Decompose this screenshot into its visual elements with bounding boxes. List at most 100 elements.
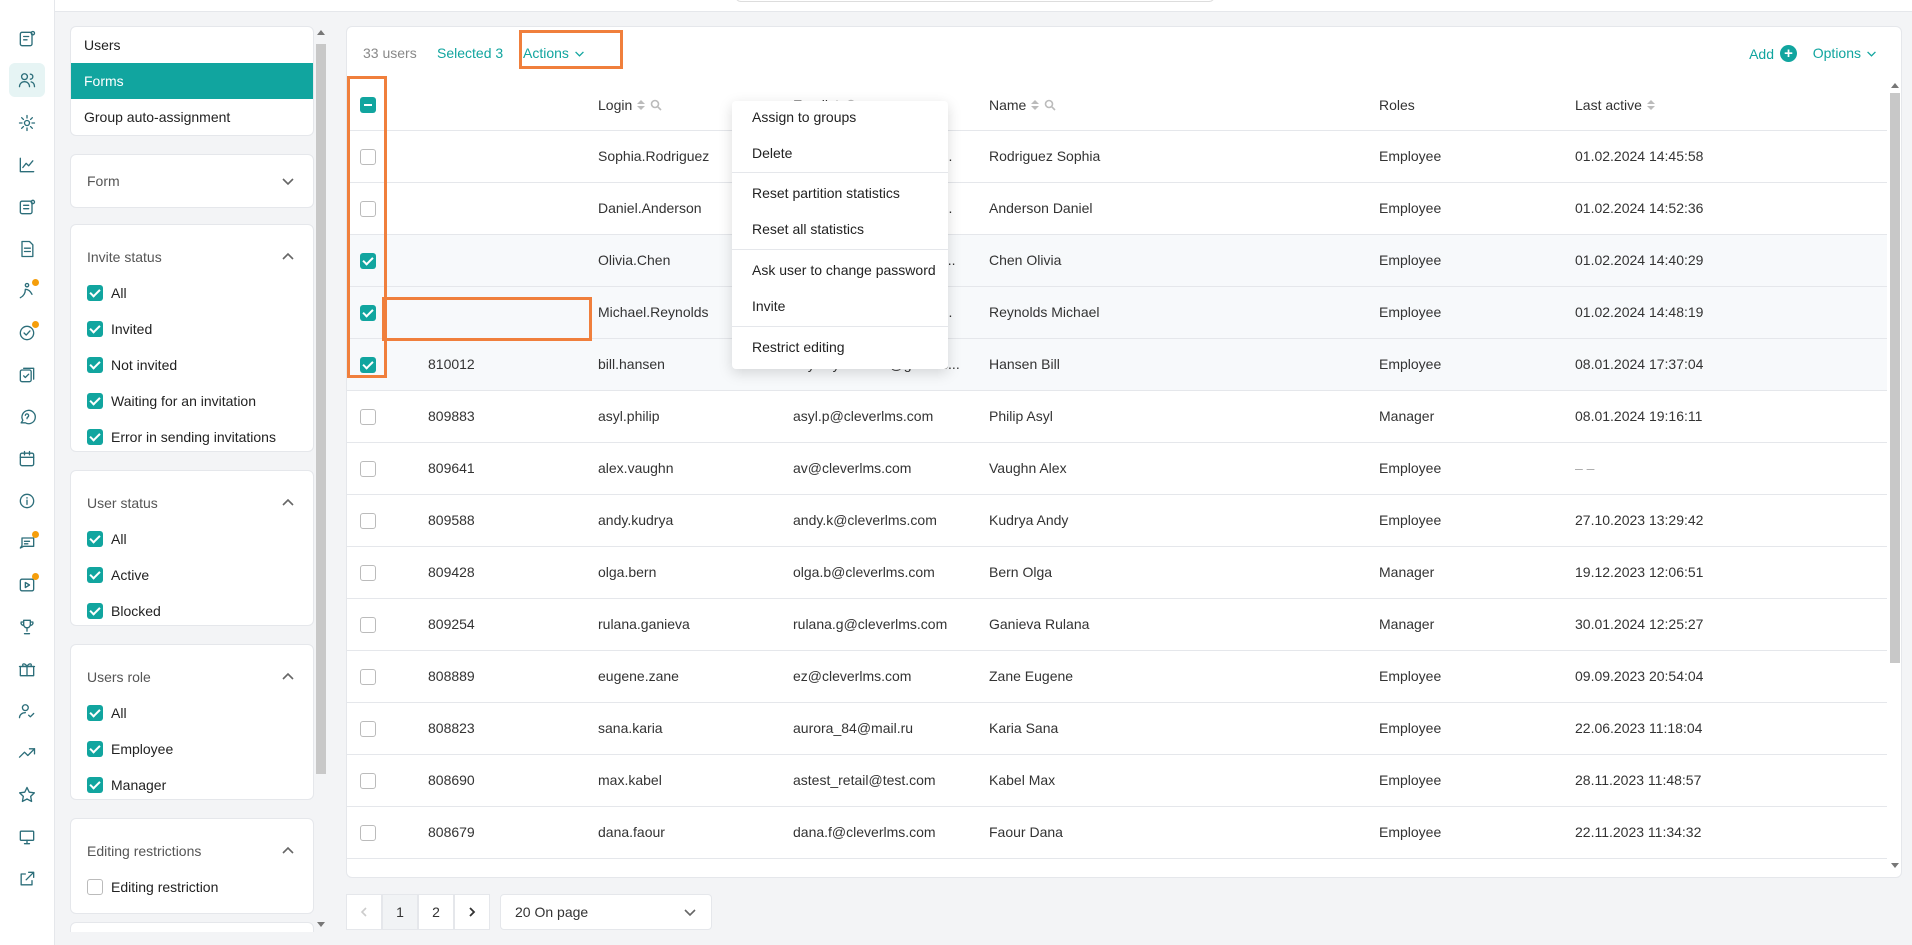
sort-icon[interactable] bbox=[637, 100, 646, 110]
trophy-icon[interactable] bbox=[16, 616, 38, 638]
menu-restrict-editing[interactable]: Restrict editing bbox=[752, 339, 845, 355]
invite-error-option[interactable]: Error in sending invitations bbox=[71, 419, 313, 455]
sort-icon[interactable] bbox=[1031, 100, 1040, 110]
checkbox[interactable] bbox=[87, 285, 103, 301]
table-row[interactable]: 810012bill.hansenasyl.alymbaeva@gmail.c.… bbox=[347, 339, 1887, 391]
check-circle-icon[interactable] bbox=[16, 321, 39, 344]
status-active-option[interactable]: Active bbox=[71, 557, 313, 593]
row-checkbox[interactable] bbox=[360, 201, 376, 217]
menu-invite[interactable]: Invite bbox=[752, 298, 785, 314]
checkbox[interactable] bbox=[87, 357, 103, 373]
menu-reset-partition-statistics[interactable]: Reset partition statistics bbox=[752, 185, 900, 201]
gift-icon[interactable] bbox=[16, 658, 38, 680]
document-icon[interactable] bbox=[16, 238, 38, 260]
invite-all-option[interactable]: All bbox=[71, 275, 313, 311]
page-2-button[interactable]: 2 bbox=[418, 894, 454, 930]
invite-invited-option[interactable]: Invited bbox=[71, 311, 313, 347]
row-checkbox[interactable] bbox=[360, 357, 376, 373]
menu-ask-change-password[interactable]: Ask user to change password bbox=[752, 262, 936, 278]
invite-not-invited-option[interactable]: Not invited bbox=[71, 347, 313, 383]
nav-users[interactable]: Users bbox=[71, 27, 313, 63]
help-icon[interactable] bbox=[16, 406, 38, 428]
external-link-icon[interactable] bbox=[16, 868, 38, 890]
row-checkbox[interactable] bbox=[360, 773, 376, 789]
table-row[interactable]: 809588 andy.kudrya andy.k@cleverlms.com Kud… bbox=[347, 495, 1887, 547]
role-manager-option[interactable]: Manager bbox=[71, 767, 313, 803]
status-blocked-option[interactable]: Blocked bbox=[71, 593, 313, 629]
table-row[interactable]: Michael.Reynoldscleverlmsdemo30@clev...R… bbox=[347, 287, 1887, 339]
per-page-select[interactable]: 20 On page bbox=[500, 894, 712, 930]
invite-status-header[interactable]: Invite status bbox=[71, 225, 313, 275]
table-row[interactable]: 809641 alex.vaughn av@cleverlms.com Vaughn … bbox=[347, 443, 1887, 495]
form-filter[interactable]: Form bbox=[70, 154, 314, 208]
selected-count[interactable]: Selected 3 bbox=[437, 45, 503, 61]
column-login[interactable]: Login bbox=[598, 97, 662, 113]
row-checkbox[interactable] bbox=[360, 669, 376, 685]
trending-icon[interactable] bbox=[16, 742, 38, 764]
scroll-thumb[interactable] bbox=[316, 44, 326, 774]
table-row[interactable]: 808889 eugene.zane ez@cleverlms.com Zane Eu… bbox=[347, 651, 1887, 703]
row-checkbox[interactable] bbox=[360, 149, 376, 165]
scroll-thumb[interactable] bbox=[1890, 93, 1900, 663]
table-row[interactable]: Daniel.Andersoncleverlmsdemo32@clev...An… bbox=[347, 183, 1887, 235]
select-all-checkbox[interactable] bbox=[360, 97, 376, 113]
scroll-down-arrow[interactable] bbox=[1891, 863, 1899, 868]
courses-icon[interactable] bbox=[16, 196, 38, 218]
tasks-icon[interactable] bbox=[16, 28, 38, 50]
editing-restrictions-header[interactable]: Editing restrictions bbox=[71, 819, 313, 869]
nav-group-auto-assignment[interactable]: Group auto-assignment bbox=[71, 99, 313, 135]
table-row[interactable]: 809883 asyl.philip asyl.p@cleverlms.com Phi… bbox=[347, 391, 1887, 443]
scroll-up-arrow[interactable] bbox=[1891, 83, 1899, 88]
role-employee-option[interactable]: Employee bbox=[71, 731, 313, 767]
user-status-header[interactable]: User status bbox=[71, 471, 313, 521]
row-checkbox[interactable] bbox=[360, 565, 376, 581]
table-row[interactable]: Olivia.ChenCleverlmsdemo31@clev...Chen O… bbox=[347, 235, 1887, 287]
add-user-button[interactable]: Add + bbox=[1749, 45, 1797, 62]
table-row[interactable]: 808690 max.kabel astest_retail@test.com Kab… bbox=[347, 755, 1887, 807]
info-icon[interactable] bbox=[16, 490, 38, 512]
next-page-button[interactable] bbox=[454, 894, 490, 930]
invite-waiting-option[interactable]: Waiting for an invitation bbox=[71, 383, 313, 419]
calendar-icon[interactable] bbox=[16, 448, 38, 470]
top-search-pill[interactable] bbox=[735, 0, 1215, 2]
scroll-down-arrow[interactable] bbox=[317, 922, 325, 927]
filter-scrollbar[interactable] bbox=[315, 26, 327, 932]
sort-icon[interactable] bbox=[1646, 100, 1655, 110]
status-all-option[interactable]: All bbox=[71, 521, 313, 557]
options-button[interactable]: Options bbox=[1813, 45, 1877, 61]
role-all-option[interactable]: All bbox=[71, 695, 313, 731]
row-checkbox[interactable] bbox=[360, 253, 376, 269]
column-last-active[interactable]: Last active bbox=[1575, 97, 1655, 113]
skills-icon[interactable] bbox=[16, 279, 39, 302]
table-row[interactable]: 808679 dana.faour dana.f@cleverlms.com Faou… bbox=[347, 807, 1887, 859]
checkbox[interactable] bbox=[87, 393, 103, 409]
table-row[interactable]: 809254 rulana.ganieva rulana.g@cleverlms.c… bbox=[347, 599, 1887, 651]
checkbox[interactable] bbox=[87, 741, 103, 757]
checkbox[interactable] bbox=[87, 321, 103, 337]
checkbox[interactable] bbox=[87, 603, 103, 619]
table-row[interactable]: 808823 sana.karia aurora_84@mail.ru Karia S… bbox=[347, 703, 1887, 755]
column-name[interactable]: Name bbox=[989, 97, 1056, 113]
checkbox[interactable] bbox=[87, 429, 103, 445]
table-row[interactable]: 809428 olga.bern olga.b@cleverlms.com Bern … bbox=[347, 547, 1887, 599]
row-checkbox[interactable] bbox=[360, 617, 376, 633]
row-checkbox[interactable] bbox=[360, 825, 376, 841]
page-1-button[interactable]: 1 bbox=[382, 894, 418, 930]
users-role-header[interactable]: Users role bbox=[71, 645, 313, 695]
row-checkbox[interactable] bbox=[360, 409, 376, 425]
users-icon[interactable] bbox=[9, 63, 45, 97]
menu-assign-to-groups[interactable]: Assign to groups bbox=[752, 109, 856, 125]
search-icon[interactable] bbox=[650, 99, 662, 111]
user-check-icon[interactable] bbox=[16, 700, 38, 722]
nav-forms[interactable]: Forms bbox=[71, 63, 313, 99]
analytics-icon[interactable] bbox=[16, 154, 38, 176]
menu-reset-all-statistics[interactable]: Reset all statistics bbox=[752, 221, 864, 237]
settings-icon[interactable] bbox=[16, 112, 38, 134]
table-row[interactable]: Sophia.Rodriguezcleverlmsdemo33@clev...R… bbox=[347, 131, 1887, 183]
video-icon[interactable] bbox=[16, 573, 39, 596]
editing-restriction-option[interactable]: Editing restriction bbox=[71, 869, 313, 905]
checkbox[interactable] bbox=[87, 567, 103, 583]
checkbox[interactable] bbox=[87, 879, 103, 895]
actions-button[interactable]: Actions bbox=[523, 45, 585, 61]
scroll-up-arrow[interactable] bbox=[317, 30, 325, 35]
